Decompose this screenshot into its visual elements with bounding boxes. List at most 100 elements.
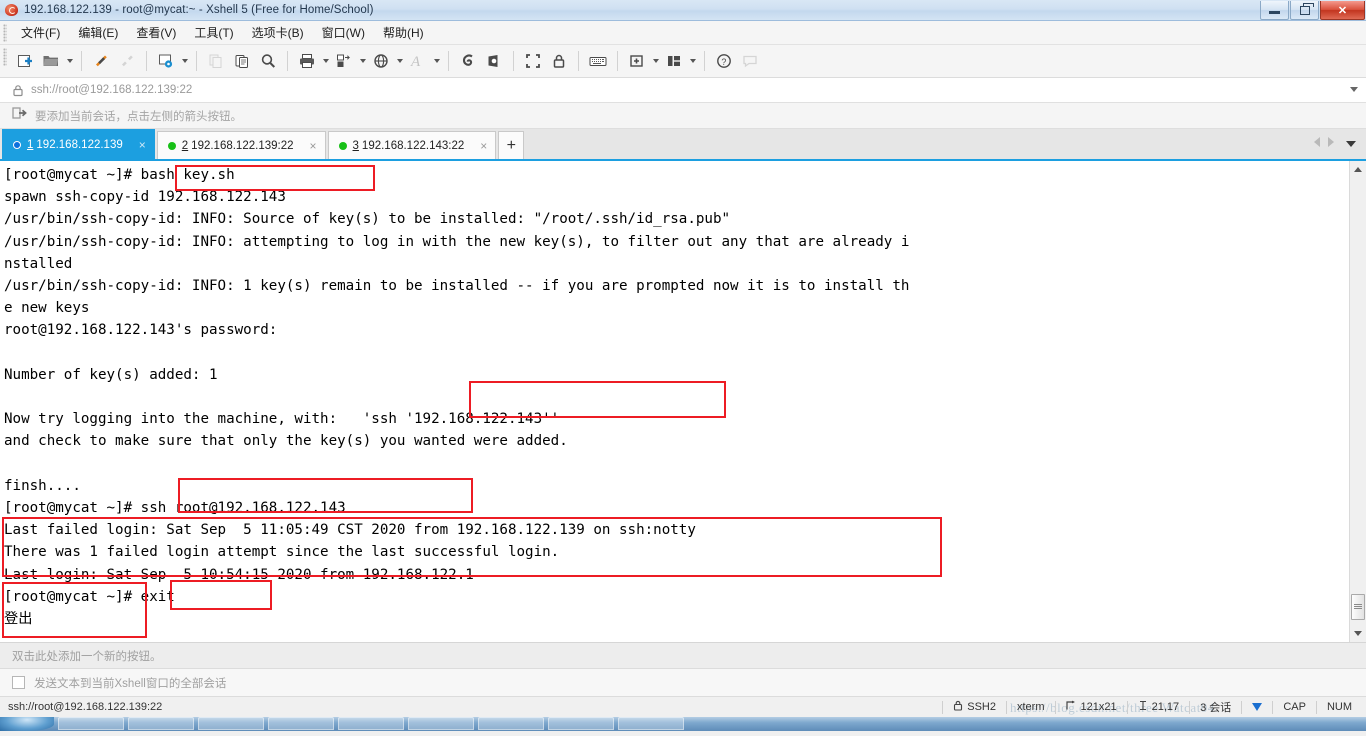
send-all-checkbox[interactable] xyxy=(12,676,25,689)
taskbar-item[interactable] xyxy=(58,717,124,730)
new-tab-button[interactable]: + xyxy=(498,131,525,159)
help-icon[interactable]: ? xyxy=(711,48,737,74)
layout-caret-icon[interactable] xyxy=(690,59,696,63)
status-size: 121x21 xyxy=(1080,701,1117,713)
window-controls: ✕ xyxy=(1260,1,1365,20)
xshell-window: 192.168.122.139 - root@mycat:~ - Xshell … xyxy=(0,0,1366,736)
menu-edit[interactable]: 编辑(E) xyxy=(69,22,127,43)
tab-number: 3 xyxy=(352,139,359,152)
log-icon[interactable] xyxy=(455,48,481,74)
print-caret-icon[interactable] xyxy=(323,59,329,63)
taskbar-item[interactable] xyxy=(618,717,684,730)
add-window-icon[interactable] xyxy=(624,48,650,74)
tab-prev-icon[interactable] xyxy=(1314,137,1320,147)
tab-close-icon[interactable]: × xyxy=(300,139,317,153)
taskbar-item[interactable] xyxy=(408,717,474,730)
terminal-line: There was 1 failed login attempt since t… xyxy=(4,544,560,561)
terminal-line: Now try logging into the machine, with: … xyxy=(4,411,560,428)
tab-2[interactable]: 2 192.168.122.139:22 × xyxy=(156,131,326,159)
address-input[interactable]: ssh://root@192.168.122.139:22 xyxy=(31,84,192,96)
terminal-line: [root@mycat ~]# bash key.sh xyxy=(4,167,235,183)
title-bar: 192.168.122.139 - root@mycat:~ - Xshell … xyxy=(0,0,1366,21)
chevron-down-icon[interactable] xyxy=(1350,87,1358,92)
taskbar-item[interactable] xyxy=(128,717,194,730)
tab-1[interactable]: 1 192.168.122.139 × xyxy=(2,129,155,159)
add-session-icon[interactable] xyxy=(12,106,27,125)
tab-nav xyxy=(1314,137,1334,147)
restore-button[interactable] xyxy=(1290,1,1319,20)
tab-status-dot-icon xyxy=(13,140,21,149)
address-bar[interactable]: ssh://root@192.168.122.139:22 xyxy=(0,78,1366,103)
toolbar-gripper[interactable] xyxy=(3,48,7,66)
taskbar-item[interactable] xyxy=(198,717,264,730)
start-button[interactable] xyxy=(0,717,54,731)
menu-window[interactable]: 窗口(W) xyxy=(313,22,374,43)
toolbar-separator xyxy=(617,51,618,71)
layout-icon[interactable] xyxy=(661,48,687,74)
status-right-group: SSH2 xterm 121x21 21,17 3 会话 CAP NUM xyxy=(942,698,1362,717)
tab-list-icon[interactable] xyxy=(1346,141,1356,147)
menu-tools[interactable]: 工具(T) xyxy=(185,22,242,43)
terminal-line: /usr/bin/ssh-copy-id: INFO: attempting t… xyxy=(4,233,910,250)
menu-tab[interactable]: 选项卡(B) xyxy=(243,22,313,43)
connect-icon[interactable] xyxy=(88,48,114,74)
session-properties-caret-icon[interactable] xyxy=(182,59,188,63)
transfer-file-caret-icon[interactable] xyxy=(360,59,366,63)
tab-close-icon[interactable]: × xyxy=(470,139,487,153)
transfer-file-icon[interactable] xyxy=(331,48,357,74)
send-all-label: 发送文本到当前Xshell窗口的全部会话 xyxy=(34,677,227,690)
terminal-line: finsh.... xyxy=(4,477,81,494)
status-caps: CAP xyxy=(1283,701,1306,713)
tab-next-icon[interactable] xyxy=(1328,137,1334,147)
status-bar: ssh://root@192.168.122.139:22 https://bl… xyxy=(0,696,1366,717)
taskbar-item[interactable] xyxy=(338,717,404,730)
web-icon[interactable] xyxy=(368,48,394,74)
taskbar-item[interactable] xyxy=(478,717,544,730)
terminal-screen[interactable]: [root@mycat ~]# bash key.sh spawn ssh-cop… xyxy=(0,161,1349,642)
close-button[interactable]: ✕ xyxy=(1320,1,1365,20)
lock-icon[interactable] xyxy=(546,48,572,74)
windows-taskbar xyxy=(0,717,1366,731)
open-folder-icon[interactable] xyxy=(38,48,64,74)
scroll-down-arrow-icon[interactable] xyxy=(1350,625,1366,642)
new-session-icon[interactable] xyxy=(12,48,38,74)
tab-3[interactable]: 3 192.168.122.143:22 × xyxy=(327,131,497,159)
toolbar-separator xyxy=(146,51,147,71)
paste-icon[interactable] xyxy=(229,48,255,74)
send-to-all-bar: 发送文本到当前Xshell窗口的全部会话 xyxy=(0,668,1366,696)
font-caret-icon[interactable] xyxy=(434,59,440,63)
menu-view[interactable]: 查看(V) xyxy=(127,22,185,43)
terminal-scrollbar[interactable] xyxy=(1349,161,1366,642)
menu-gripper[interactable] xyxy=(3,24,7,42)
menu-help[interactable]: 帮助(H) xyxy=(374,22,433,43)
keyboard-icon[interactable] xyxy=(585,48,611,74)
find-icon[interactable] xyxy=(255,48,281,74)
add-window-caret-icon[interactable] xyxy=(653,59,659,63)
scroll-thumb[interactable] xyxy=(1351,594,1365,620)
quick-command-bar[interactable]: 双击此处添加一个新的按钮。 xyxy=(0,642,1366,668)
terminal-output: [root@mycat ~]# bash key.sh spawn ssh-cop… xyxy=(4,164,1349,630)
tab-status-dot-icon xyxy=(338,141,347,150)
terminal-line: [root@mycat ~]# exit xyxy=(4,588,175,605)
open-folder-caret-icon[interactable] xyxy=(67,59,73,63)
terminal-line: nstalled xyxy=(4,255,73,272)
taskbar-item[interactable] xyxy=(548,717,614,730)
minimize-button[interactable] xyxy=(1260,1,1289,20)
fullscreen-icon[interactable] xyxy=(520,48,546,74)
svg-text:?: ? xyxy=(721,57,726,67)
terminal-line: Last login: Sat Sep 5 10:54:15 2020 from… xyxy=(4,566,474,583)
taskbar-item[interactable] xyxy=(268,717,334,730)
session-properties-icon[interactable] xyxy=(153,48,179,74)
scroll-up-arrow-icon[interactable] xyxy=(1350,161,1366,178)
web-caret-icon[interactable] xyxy=(397,59,403,63)
tab-label: 192.168.122.139:22 xyxy=(191,139,294,152)
tab-number: 2 xyxy=(181,139,189,152)
status-cursor: 21,17 xyxy=(1151,701,1180,713)
tab-label: 192.168.122.139 xyxy=(36,138,123,151)
scripting-icon[interactable] xyxy=(481,48,507,74)
print-icon[interactable] xyxy=(294,48,320,74)
tab-close-icon[interactable]: × xyxy=(129,138,146,152)
menu-file[interactable]: 文件(F) xyxy=(12,22,69,43)
tab-status-dot-icon xyxy=(167,141,176,150)
